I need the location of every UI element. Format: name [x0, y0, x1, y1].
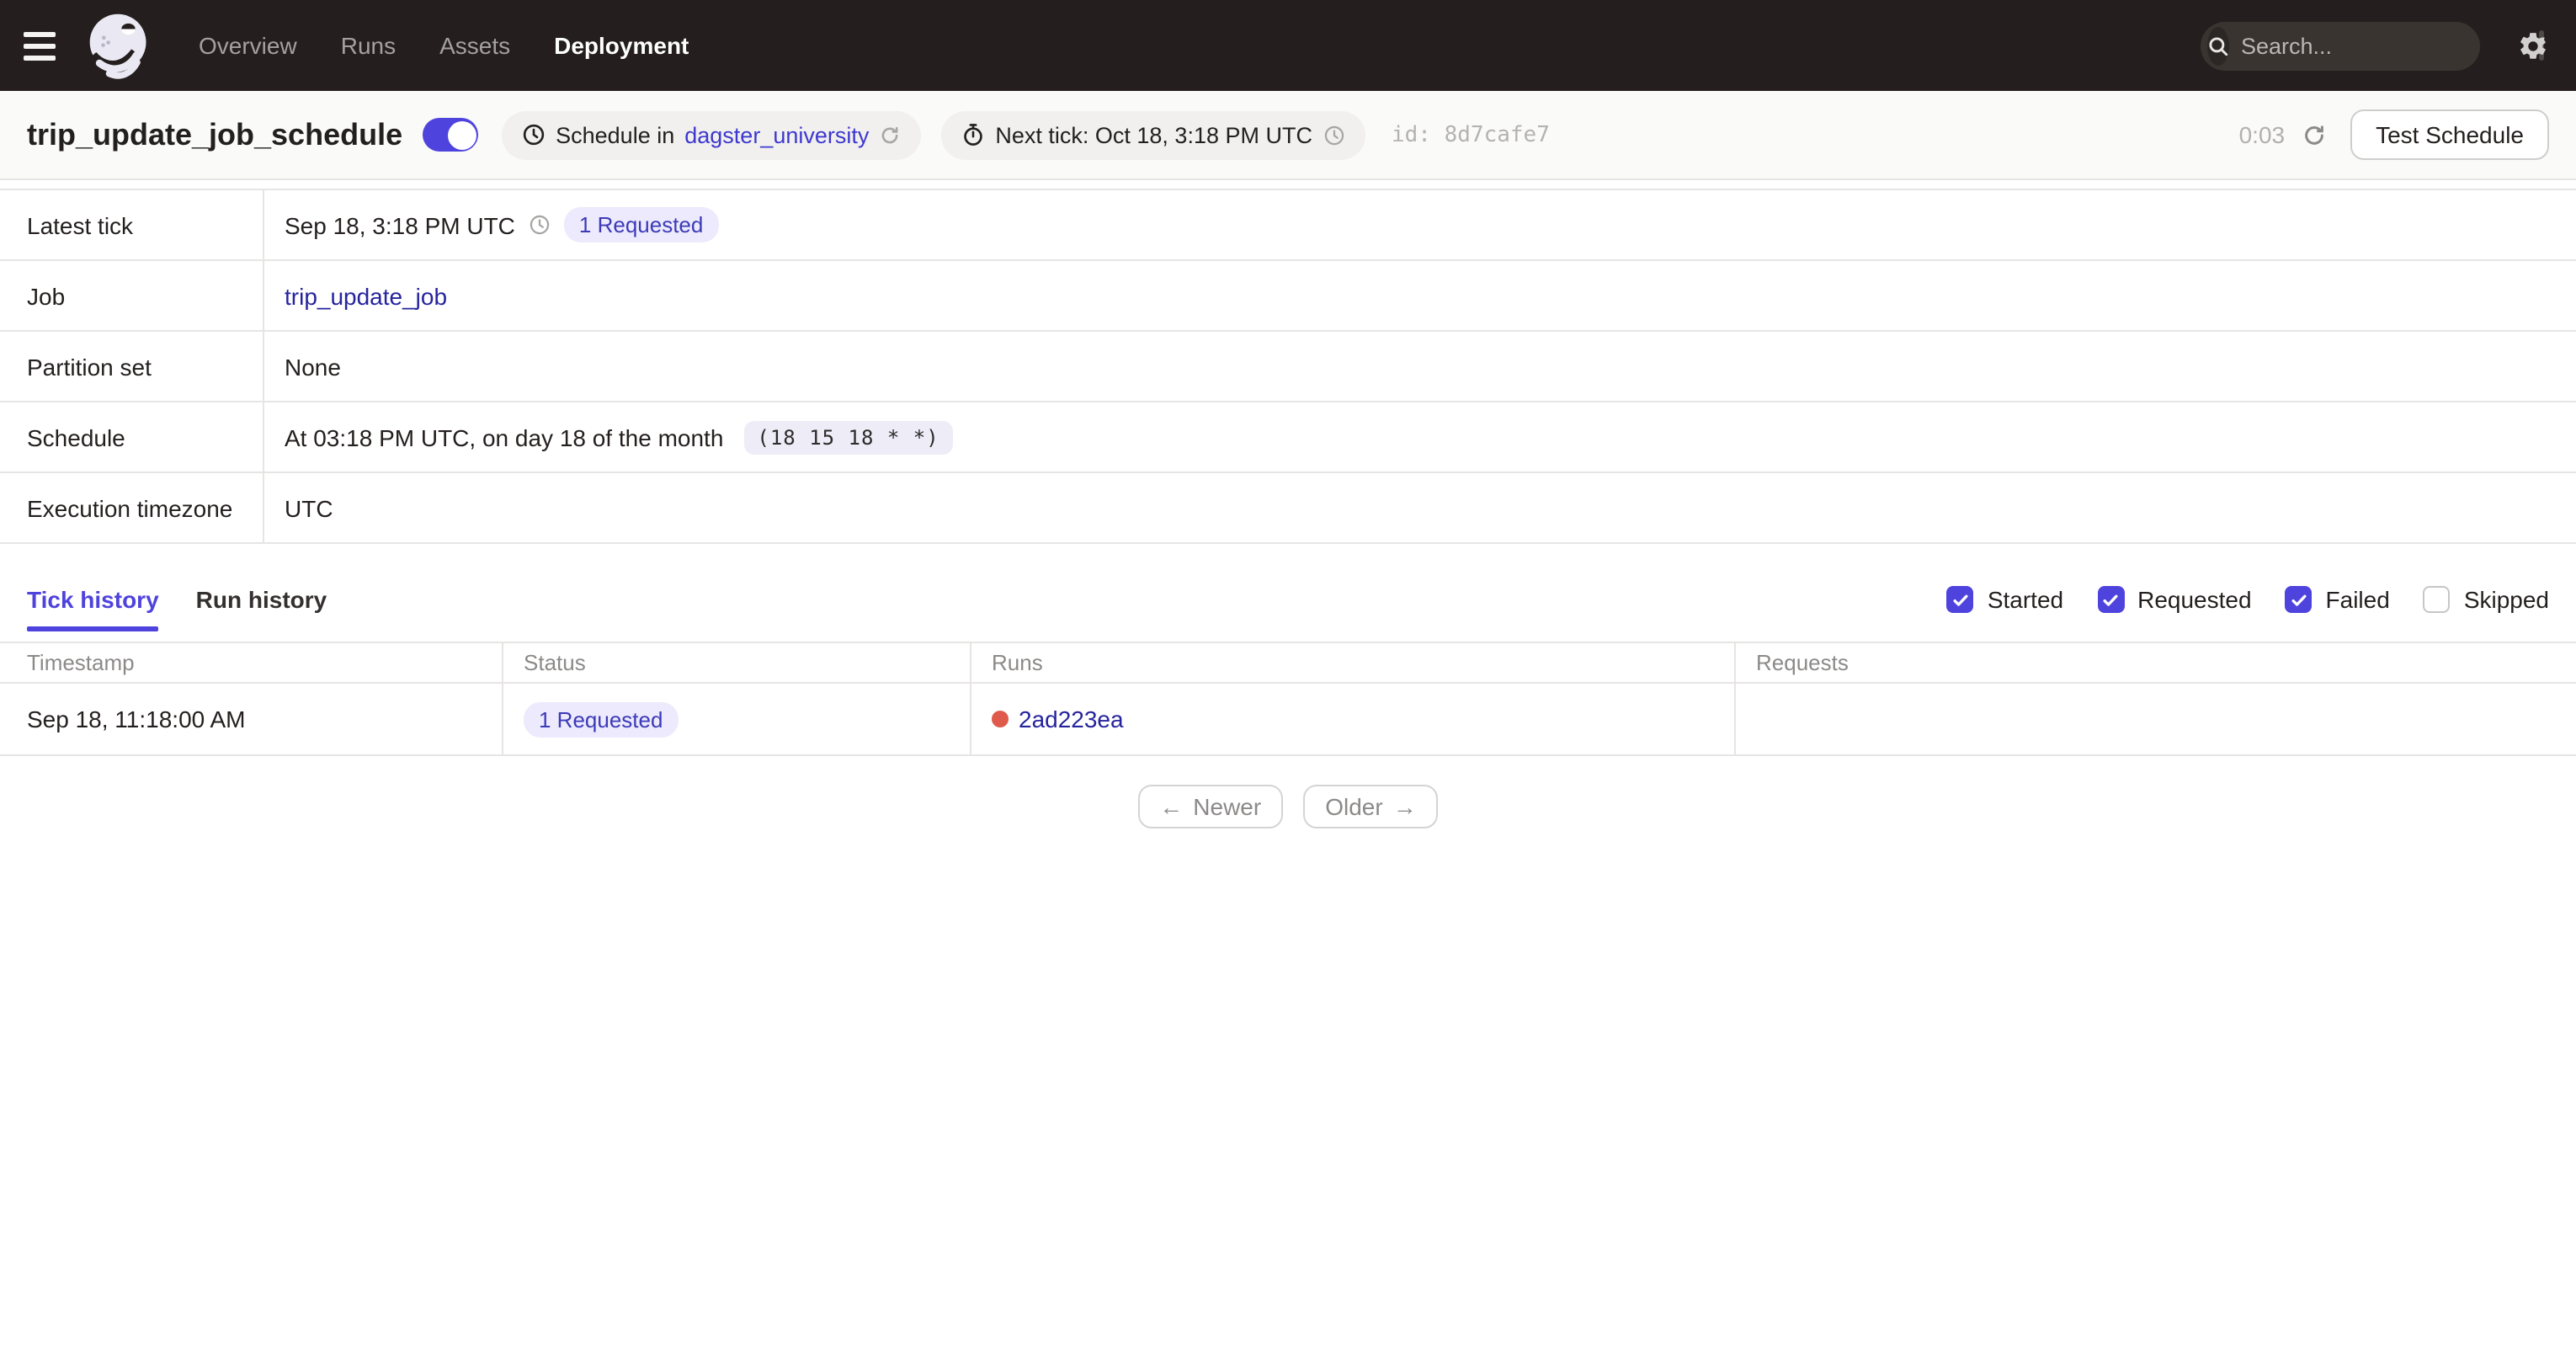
menu-icon[interactable]: [24, 24, 67, 67]
latest-tick-timestamp: Sep 18, 3:18 PM UTC: [285, 211, 515, 238]
dagster-app: Overview Runs Assets Deployment / trip_u…: [0, 0, 2576, 1369]
arrow-left-icon: ←: [1159, 793, 1184, 820]
table-header-row: Timestamp Status Runs Requests: [0, 643, 2576, 684]
refresh-icon[interactable]: [2302, 122, 2327, 147]
tick-requests-cell: [1734, 684, 2576, 754]
detail-label: Job: [0, 261, 264, 330]
page-title: trip_update_job_schedule: [27, 117, 403, 151]
detail-label: Execution timezone: [0, 473, 264, 542]
nav-item-overview[interactable]: Overview: [199, 32, 297, 59]
tick-timestamp: Sep 18, 11:18:00 AM: [27, 706, 246, 732]
filter-failed[interactable]: Failed: [2285, 586, 2390, 613]
history-tabbar: Tick history Run history Started Request…: [0, 557, 2576, 642]
older-button[interactable]: Older →: [1303, 785, 1439, 828]
search-bar[interactable]: /: [2201, 21, 2545, 70]
filter-started[interactable]: Started: [1946, 586, 2063, 613]
schedule-id: id: 8d7cafe7: [1392, 122, 1550, 147]
detail-row-execution-timezone: Execution timezone UTC: [0, 473, 2576, 544]
nav-item-assets[interactable]: Assets: [439, 32, 510, 59]
code-location-link[interactable]: dagster_university: [684, 122, 869, 147]
detail-row-latest-tick: Latest tick Sep 18, 3:18 PM UTC 1 Reques…: [0, 190, 2576, 261]
timezone-value: UTC: [285, 494, 333, 521]
next-tick-tag: Next tick: Oct 18, 3:18 PM UTC: [941, 110, 1365, 159]
cron-expression: (18 15 18 * *): [743, 420, 953, 454]
nav-item-deployment[interactable]: Deployment: [554, 32, 689, 59]
stopwatch-icon: [961, 123, 985, 146]
clock-icon: [522, 123, 546, 146]
schedule-location-tag: Schedule in dagster_university: [502, 110, 922, 159]
partition-set-value: None: [285, 353, 341, 380]
detail-row-partition-set: Partition set None: [0, 332, 2576, 402]
clock-icon[interactable]: [529, 214, 551, 236]
gear-icon[interactable]: [2517, 29, 2549, 61]
page-header: trip_update_job_schedule Schedule in dag…: [0, 91, 2576, 180]
search-input[interactable]: [2241, 33, 2539, 58]
schedule-details: Latest tick Sep 18, 3:18 PM UTC 1 Reques…: [0, 189, 2576, 544]
job-link[interactable]: trip_update_job: [285, 282, 447, 309]
run-failure-dot-icon: [992, 711, 1009, 727]
schedule-toggle[interactable]: [423, 118, 479, 152]
arrow-right-icon: →: [1392, 793, 1417, 820]
checkbox-unchecked-icon[interactable]: [2423, 586, 2451, 613]
next-tick-label: Next tick: Oct 18, 3:18 PM UTC: [995, 122, 1312, 147]
table-row: Sep 18, 11:18:00 AM 1 Requested 2ad223ea: [0, 684, 2576, 756]
checkbox-checked-icon[interactable]: [2097, 586, 2125, 613]
newer-button[interactable]: ← Newer: [1137, 785, 1284, 828]
detail-label: Schedule: [0, 402, 264, 471]
tab-run-history[interactable]: Run history: [196, 557, 327, 642]
schedule-description: At 03:18 PM UTC, on day 18 of the month: [285, 423, 724, 450]
detail-row-job: Job trip_update_job: [0, 261, 2576, 332]
run-link[interactable]: 2ad223ea: [1019, 706, 1124, 732]
status-badge: 1 Requested: [563, 207, 719, 242]
top-nav: Overview Runs Assets Deployment /: [0, 0, 2576, 91]
column-header-requests: Requests: [1734, 643, 2576, 682]
checkbox-checked-icon[interactable]: [1946, 586, 1974, 613]
checkbox-checked-icon[interactable]: [2285, 586, 2313, 613]
detail-label: Partition set: [0, 332, 264, 401]
reload-location-icon[interactable]: [879, 124, 901, 146]
timezone-clock-icon[interactable]: [1323, 124, 1344, 146]
pagination: ← Newer Older →: [0, 785, 2576, 828]
search-icon: [2207, 26, 2229, 65]
filter-requested[interactable]: Requested: [2097, 586, 2252, 613]
filter-skipped[interactable]: Skipped: [2423, 586, 2549, 613]
nav-item-runs[interactable]: Runs: [341, 32, 396, 59]
test-schedule-button[interactable]: Test Schedule: [2350, 109, 2549, 160]
tick-status-filters: Started Requested Failed Skipped: [1946, 586, 2549, 613]
tick-status-badge: 1 Requested: [524, 701, 679, 737]
column-header-timestamp: Timestamp: [27, 650, 135, 675]
dagster-logo-icon: [89, 13, 146, 79]
tab-tick-history[interactable]: Tick history: [27, 557, 160, 642]
refresh-countdown: 0:03: [2238, 121, 2286, 148]
column-header-runs: Runs: [970, 643, 1734, 682]
column-header-status: Status: [502, 643, 970, 682]
schedule-in-label: Schedule in: [556, 122, 675, 147]
detail-row-schedule: Schedule At 03:18 PM UTC, on day 18 of t…: [0, 402, 2576, 473]
detail-label: Latest tick: [0, 190, 264, 259]
tick-history-table: Timestamp Status Runs Requests Sep 18, 1…: [0, 642, 2576, 756]
nav-links: Overview Runs Assets Deployment: [199, 32, 689, 59]
